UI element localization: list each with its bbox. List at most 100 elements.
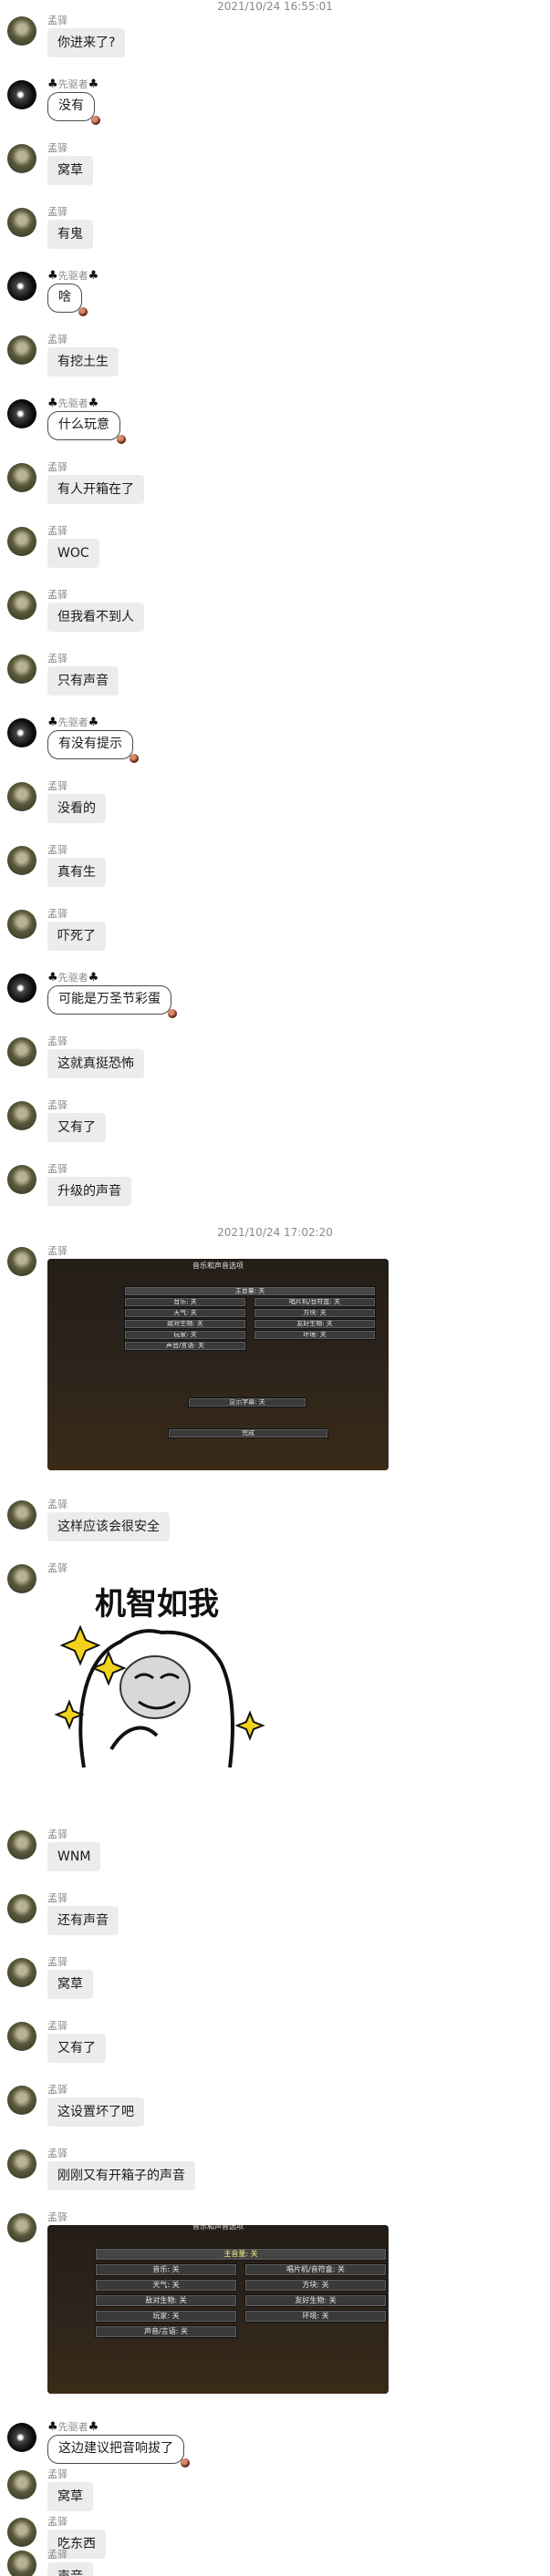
menu-button[interactable]: 玩家: 关 (124, 1330, 246, 1340)
sender-name-text: 孟驿 (47, 1956, 67, 1968)
avatar[interactable] (7, 846, 36, 875)
spade-icon: ♣ (88, 2420, 99, 2434)
avatar[interactable] (7, 782, 36, 811)
avatar[interactable] (7, 1101, 36, 1130)
avatar[interactable] (7, 2470, 36, 2499)
avatar[interactable] (7, 2022, 36, 2051)
message-bubble: 没有 (47, 92, 100, 125)
avatar[interactable] (7, 2086, 36, 2115)
sender-name-text: 孟驿 (47, 780, 67, 792)
sender-name-text: 孟驿 (47, 1829, 67, 1840)
avatar[interactable] (7, 1564, 36, 1593)
menu-button[interactable]: 天气: 关 (124, 1308, 246, 1318)
menu-button[interactable]: 方块: 关 (254, 1308, 376, 1318)
spade-icon: ♣ (47, 971, 58, 984)
avatar[interactable] (7, 1894, 36, 1923)
message-bubble: 有人开箱在了 (47, 475, 144, 504)
sound-menu-title: 音乐和声音选项 (192, 2225, 244, 2231)
avatar[interactable] (7, 335, 36, 365)
avatar[interactable] (7, 1500, 36, 1530)
avatar[interactable] (7, 208, 36, 237)
sender-name-text: 孟驿 (47, 334, 67, 345)
message-bubble: WOC (47, 539, 99, 568)
screenshot-image[interactable]: 音乐和声音选项 主音量: 关音乐: 关天气: 关敌对生物: 关玩家: 关声音/言语… (47, 1259, 389, 1470)
spade-icon: ♣ (88, 397, 99, 410)
sender-name: ♣先驱者♣ (47, 396, 99, 410)
message-bubble: 你进来了? (47, 28, 126, 57)
menu-button[interactable]: 环境: 关 (244, 2310, 387, 2323)
avatar[interactable] (7, 2518, 36, 2547)
avatar[interactable] (7, 144, 36, 173)
avatar[interactable] (7, 1165, 36, 1194)
message-bubble: 刚刚又有开箱子的声音 (47, 2161, 195, 2190)
sender-name: 孟驿 (47, 13, 67, 27)
menu-button[interactable]: 声音/言语: 关 (124, 1341, 246, 1351)
avatar[interactable] (7, 2550, 36, 2576)
menu-button[interactable]: 主音量: 关 (95, 2248, 387, 2261)
menu-button[interactable]: 音乐: 关 (124, 1297, 246, 1307)
sender-name-text: 先驱者 (57, 2421, 88, 2433)
message-bubble: 还有声音 (47, 1906, 119, 1935)
menu-button[interactable]: 方块: 关 (244, 2279, 387, 2292)
timestamp: 2021/10/24 16:55:01 (217, 0, 333, 13)
message-bubble: 啥 (47, 283, 88, 316)
sender-name-text: 孟驿 (47, 2084, 67, 2096)
menu-button[interactable]: 唱片机/音符盒: 关 (254, 1297, 376, 1307)
menu-button[interactable]: 显示字幕: 关 (188, 1397, 306, 1407)
menu-button[interactable]: 敌对生物: 关 (95, 2294, 237, 2307)
menu-button[interactable]: 唱片机/音符盒: 关 (244, 2263, 387, 2276)
sender-name: 孟驿 (47, 1561, 67, 1575)
sender-name-text: 孟驿 (47, 1245, 67, 1257)
avatar[interactable] (7, 654, 36, 684)
avatar[interactable] (7, 272, 36, 301)
spade-icon: ♣ (47, 77, 58, 91)
sender-name-text: 先驱者 (57, 716, 88, 728)
menu-button[interactable]: 音乐: 关 (95, 2263, 237, 2276)
menu-button[interactable]: 玩家: 关 (95, 2310, 237, 2323)
message-bubble: 有没有提示 (47, 730, 139, 763)
avatar[interactable] (7, 399, 36, 428)
menu-button[interactable]: 友好生物: 关 (244, 2294, 387, 2307)
avatar[interactable] (7, 463, 36, 492)
sender-name: 孟驿 (47, 1034, 67, 1048)
avatar[interactable] (7, 2423, 36, 2452)
avatar[interactable] (7, 1958, 36, 1987)
sender-name: 孟驿 (47, 2467, 67, 2481)
avatar[interactable] (7, 1830, 36, 1860)
sticker-drawing: 机智如我 (54, 1586, 265, 1768)
spade-icon: ♣ (47, 716, 58, 729)
sticker-caption: 机智如我 (95, 1586, 219, 1623)
avatar[interactable] (7, 974, 36, 1003)
sender-name: 孟驿 (47, 1954, 67, 1969)
sender-name: 孟驿 (47, 1161, 67, 1176)
sender-name-text: 孟驿 (47, 525, 67, 537)
menu-button[interactable]: 敌对生物: 关 (124, 1319, 246, 1329)
menu-button[interactable]: 友好生物: 关 (254, 1319, 376, 1329)
sender-name: ♣先驱者♣ (47, 268, 99, 283)
sender-name: ♣先驱者♣ (47, 970, 99, 984)
menu-button[interactable]: 主音量: 关 (124, 1286, 376, 1296)
sender-name: 孟驿 (47, 1243, 67, 1258)
sender-name: 孟驿 (47, 1891, 67, 1905)
avatar[interactable] (7, 718, 36, 747)
avatar[interactable] (7, 2149, 36, 2179)
sender-name-text: 孟驿 (47, 2549, 67, 2561)
sender-name: 孟驿 (47, 2146, 67, 2160)
avatar[interactable] (7, 16, 36, 46)
avatar[interactable] (7, 910, 36, 939)
avatar[interactable] (7, 1247, 36, 1276)
menu-button[interactable]: 天气: 关 (95, 2279, 237, 2292)
screenshot-image[interactable]: 音乐和声音选项主音量: 关音乐: 关天气: 关敌对生物: 关玩家: 关声音/言语… (47, 2225, 389, 2394)
sender-name: ♣先驱者♣ (47, 715, 99, 729)
menu-button[interactable]: 声音/言语: 关 (95, 2325, 237, 2338)
sticker-image[interactable]: 机智如我 (47, 1576, 266, 1777)
avatar[interactable] (7, 2213, 36, 2242)
avatar[interactable] (7, 1037, 36, 1066)
menu-button[interactable]: 完成 (168, 1428, 328, 1438)
menu-button[interactable]: 环境: 关 (254, 1330, 376, 1340)
sender-name-text: 孟驿 (47, 1892, 67, 1904)
avatar[interactable] (7, 527, 36, 556)
avatar[interactable] (7, 591, 36, 620)
spade-icon: ♣ (88, 716, 99, 729)
avatar[interactable] (7, 80, 36, 109)
